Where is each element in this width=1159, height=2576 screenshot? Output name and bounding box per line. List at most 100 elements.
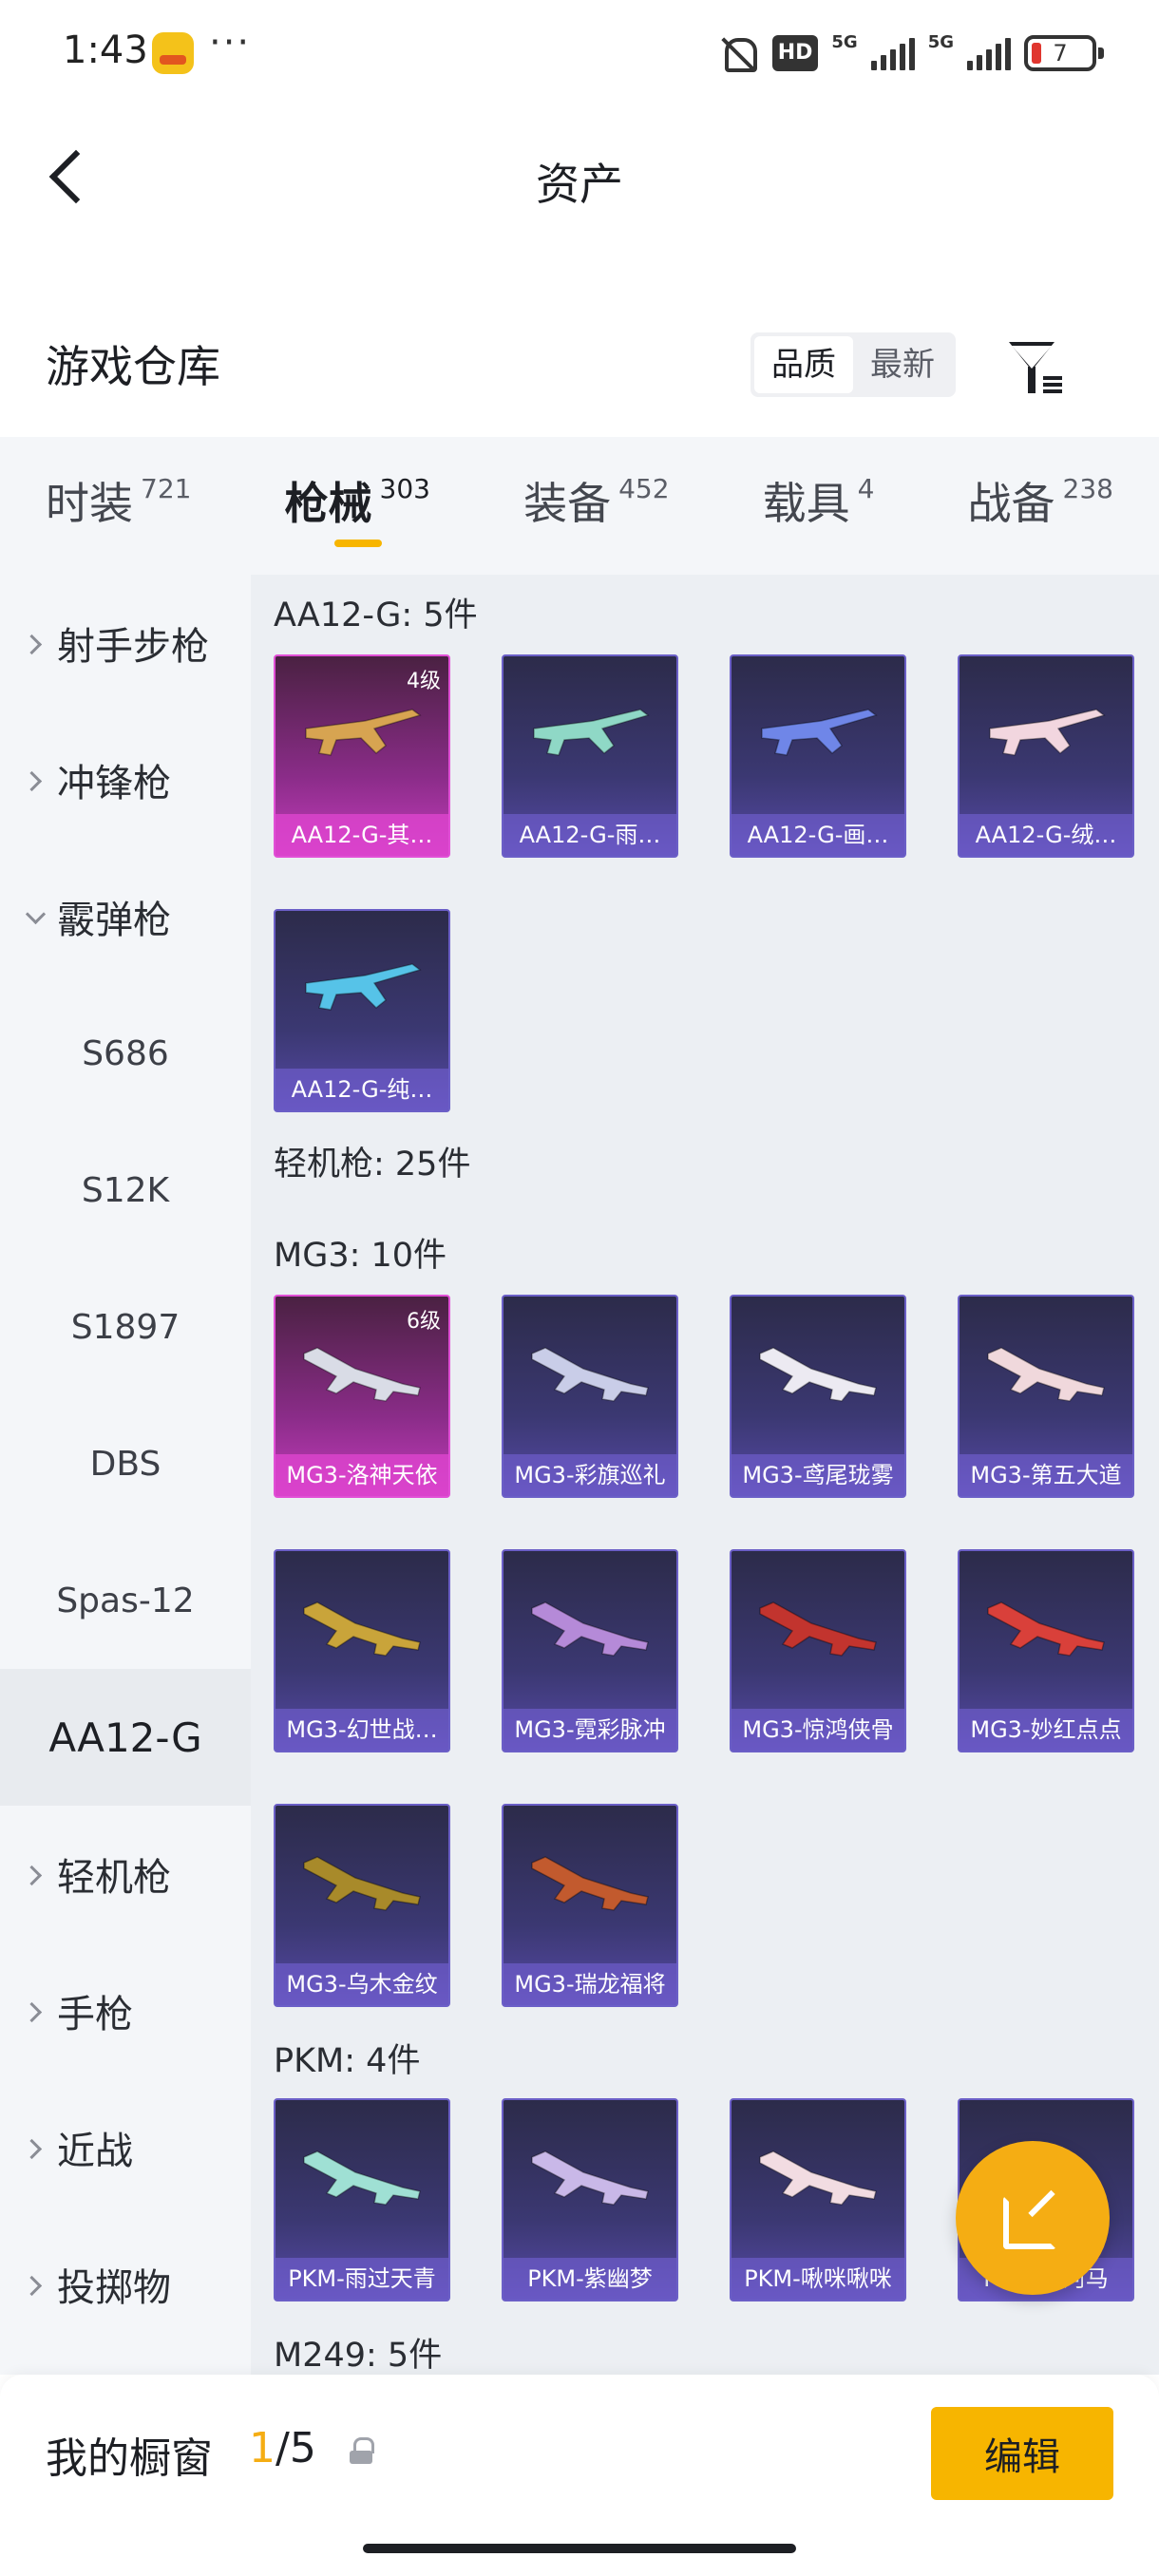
weapon-image bbox=[305, 709, 422, 756]
sidebar-item-label: 冲锋枪 bbox=[57, 762, 171, 805]
skin-name: MG3-霓彩脉冲 bbox=[504, 1709, 676, 1751]
sidebar-subitem-s12k[interactable]: S12K bbox=[0, 1122, 251, 1259]
status-indicators: HD 5G 5G 7 bbox=[717, 32, 1104, 74]
sidebar-subitem-s1897[interactable]: S1897 bbox=[0, 1259, 251, 1395]
status-time: 1:43 bbox=[63, 28, 148, 72]
tab-count: 238 bbox=[1062, 473, 1113, 504]
weapon-image bbox=[987, 1601, 1105, 1657]
skin-card[interactable]: AA12-G-纯… bbox=[274, 909, 450, 1112]
chevron-right-icon bbox=[23, 2273, 46, 2296]
sidebar-item-shotgun[interactable]: 霰弹枪 bbox=[0, 848, 251, 985]
sidebar-subitem-dbs[interactable]: DBS bbox=[0, 1395, 251, 1532]
sort-option-newest[interactable]: 最新 bbox=[853, 336, 952, 393]
share-button[interactable] bbox=[956, 2141, 1110, 2295]
tab-equipment[interactable]: 装备 452 bbox=[523, 437, 669, 575]
network-type-1: 5G bbox=[831, 32, 858, 52]
sidebar-item-lmg[interactable]: 轻机枪 bbox=[0, 1806, 251, 1942]
group-label-mg3: MG3: 10件 bbox=[274, 1237, 447, 1275]
group-label-pkm: PKM: 4件 bbox=[274, 2042, 421, 2080]
skin-card[interactable]: MG3-第五大道 bbox=[958, 1295, 1134, 1498]
warehouse-title: 游戏仓库 bbox=[46, 341, 220, 392]
active-tab-indicator bbox=[333, 540, 382, 547]
skin-card[interactable]: MG3-瑞龙福将 bbox=[502, 1804, 678, 2007]
skin-name: MG3-彩旗巡礼 bbox=[504, 1454, 676, 1496]
sort-option-quality[interactable]: 品质 bbox=[754, 336, 853, 393]
sidebar-item-melee[interactable]: 近战 bbox=[0, 2079, 251, 2216]
category-tabs: 时装 721 枪械 303 装备 452 载具 4 战备 238 bbox=[0, 437, 1159, 575]
skin-card[interactable]: AA12-G-画… bbox=[730, 654, 906, 858]
sidebar-subitem-aa12g[interactable]: AA12-G bbox=[0, 1669, 251, 1806]
showcase-label: 我的橱窗 bbox=[46, 2434, 213, 2483]
edit-button[interactable]: 编辑 bbox=[931, 2407, 1113, 2500]
skin-name: MG3-第五大道 bbox=[960, 1454, 1132, 1496]
skin-card[interactable]: MG3-彩旗巡礼 bbox=[502, 1295, 678, 1498]
lock-icon[interactable] bbox=[348, 2437, 374, 2466]
chevron-right-icon bbox=[23, 1863, 46, 1885]
skin-card[interactable]: 4级 AA12-G-其… bbox=[274, 654, 450, 858]
tab-firearms[interactable]: 枪械 303 bbox=[285, 437, 430, 575]
sidebar-subitem-s686[interactable]: S686 bbox=[0, 985, 251, 1122]
tab-label: 载具 bbox=[762, 478, 850, 529]
skin-name: AA12-G-雨… bbox=[504, 814, 676, 856]
sidebar-item-throwables[interactable]: 投掷物 bbox=[0, 2216, 251, 2353]
weapon-image bbox=[987, 1347, 1105, 1402]
skin-card[interactable]: AA12-G-雨… bbox=[502, 654, 678, 858]
skin-name: MG3-瑞龙福将 bbox=[504, 1963, 676, 2005]
skin-name: AA12-G-画… bbox=[732, 814, 904, 856]
sidebar-item-marksman-rifle[interactable]: 射手步枪 bbox=[0, 575, 251, 711]
skin-name: MG3-洛神天依 bbox=[276, 1454, 448, 1496]
weapon-image bbox=[305, 963, 422, 1011]
skin-name: AA12-G-其… bbox=[276, 814, 448, 856]
showcase-total: /5 bbox=[276, 2424, 316, 2472]
sidebar-subitem-spas12[interactable]: Spas-12 bbox=[0, 1532, 251, 1669]
weapon-image bbox=[989, 709, 1106, 756]
page-title: 资产 bbox=[536, 159, 623, 210]
weapon-image bbox=[761, 709, 878, 756]
signal-icon-2 bbox=[967, 36, 1011, 70]
tab-fashion[interactable]: 时装 721 bbox=[46, 437, 191, 575]
chevron-right-icon bbox=[23, 2136, 46, 2159]
skin-card[interactable]: MG3-妙红点点 bbox=[958, 1549, 1134, 1752]
skin-name: PKM-紫幽梦 bbox=[504, 2258, 676, 2300]
tab-count: 721 bbox=[141, 473, 192, 504]
skin-card[interactable]: 6级 MG3-洛神天依 bbox=[274, 1295, 450, 1498]
weapon-image bbox=[759, 1347, 877, 1402]
skin-name: MG3-乌木金纹 bbox=[276, 1963, 448, 2005]
skin-card[interactable]: PKM-紫幽梦 bbox=[502, 2098, 678, 2301]
sidebar-item-label: S686 bbox=[82, 1033, 169, 1073]
weapon-image bbox=[303, 1856, 421, 1911]
skin-card[interactable]: PKM-啾咪啾咪 bbox=[730, 2098, 906, 2301]
weapon-image bbox=[531, 2150, 649, 2206]
sidebar-item-label: 投掷物 bbox=[57, 2266, 171, 2310]
skin-card[interactable]: MG3-鸢尾珑雾 bbox=[730, 1295, 906, 1498]
skin-card[interactable]: MG3-乌木金纹 bbox=[274, 1804, 450, 2007]
chevron-down-icon bbox=[23, 905, 46, 928]
skin-card[interactable]: PKM-雨过天青 bbox=[274, 2098, 450, 2301]
weapon-image bbox=[759, 1601, 877, 1657]
sidebar-item-label: S12K bbox=[81, 1170, 170, 1210]
sidebar-item-pistol[interactable]: 手枪 bbox=[0, 1942, 251, 2079]
chevron-right-icon bbox=[23, 1999, 46, 2022]
skin-name: PKM-啾咪啾咪 bbox=[732, 2258, 904, 2300]
tab-vehicles[interactable]: 载具 4 bbox=[763, 437, 875, 575]
skin-card[interactable]: MG3-霓彩脉冲 bbox=[502, 1549, 678, 1752]
skin-card[interactable]: MG3-幻世战… bbox=[274, 1549, 450, 1752]
filter-icon[interactable] bbox=[1007, 338, 1068, 399]
skin-name: PKM-雨过天青 bbox=[276, 2258, 448, 2300]
weapon-image bbox=[303, 2150, 421, 2206]
tab-label: 枪械 bbox=[284, 478, 372, 529]
warehouse-header: 游戏仓库 品质 最新 bbox=[0, 313, 1159, 418]
sidebar-item-label: 手枪 bbox=[57, 1993, 133, 2036]
more-notifications-icon: ··· bbox=[209, 21, 252, 65]
tab-count: 452 bbox=[618, 473, 670, 504]
app-notification-icon bbox=[152, 32, 194, 74]
home-indicator bbox=[363, 2544, 796, 2553]
skin-grid: AA12-G: 5件 4级 AA12-G-其… AA12-G-雨… AA12-G… bbox=[251, 575, 1159, 2375]
sidebar-item-smg[interactable]: 冲锋枪 bbox=[0, 711, 251, 848]
tab-supplies[interactable]: 战备 238 bbox=[968, 437, 1113, 575]
skin-card[interactable]: AA12-G-绒… bbox=[958, 654, 1134, 858]
sidebar-item-label: DBS bbox=[89, 1444, 162, 1484]
sidebar-item-label: 霰弹枪 bbox=[57, 899, 171, 942]
network-type-2: 5G bbox=[927, 32, 954, 52]
skin-card[interactable]: MG3-惊鸿侠骨 bbox=[730, 1549, 906, 1752]
